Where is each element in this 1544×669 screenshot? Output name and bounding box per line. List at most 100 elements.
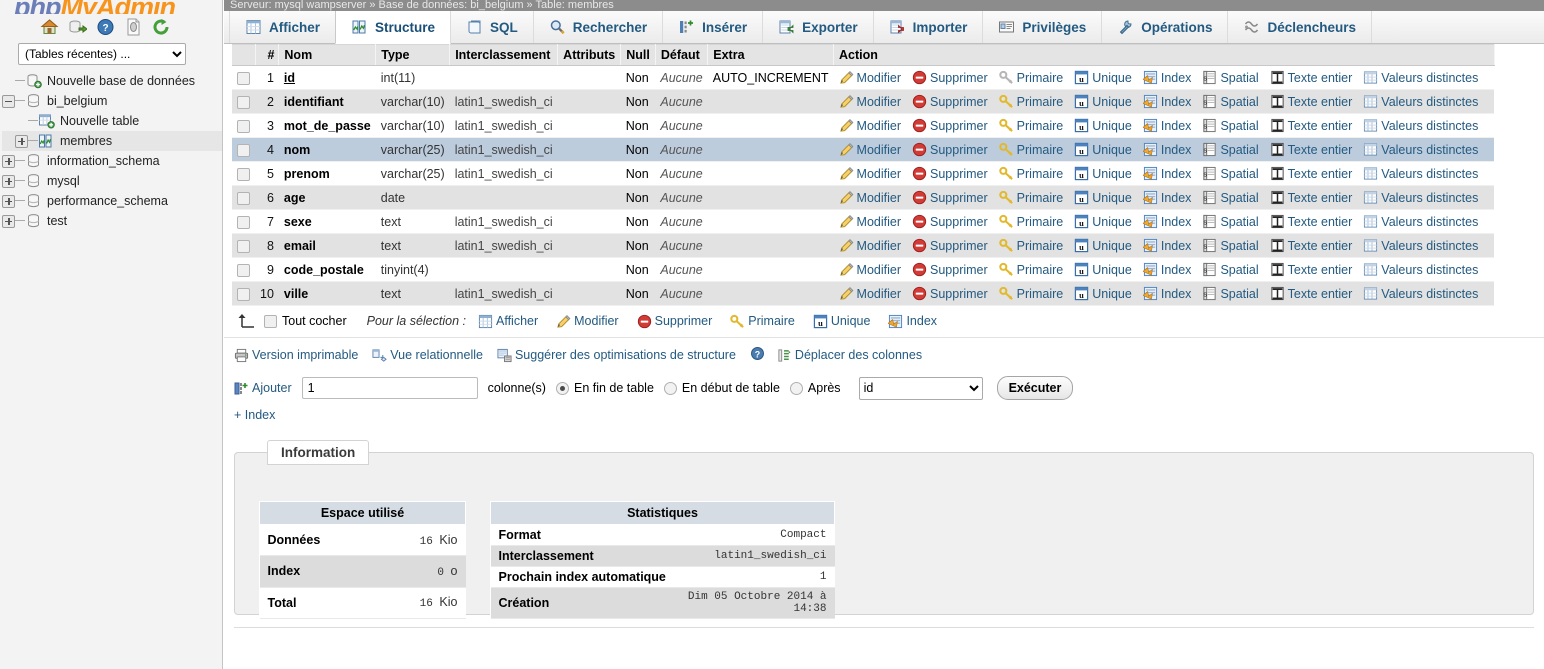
radio-input[interactable] — [789, 381, 803, 395]
selection-action-modifier[interactable]: Modifier — [556, 314, 619, 329]
tree-toggle-minus-icon[interactable] — [2, 94, 15, 108]
action-texte-entier[interactable]: Texte entier — [1270, 142, 1352, 157]
action-primaire[interactable]: Primaire — [998, 166, 1063, 181]
table-row[interactable]: 9 code_postale tinyint(4) Non Aucune Modifier… — [232, 257, 1495, 282]
action-valeurs-distinctes[interactable]: Valeurs distinctes — [1363, 238, 1478, 253]
table-row[interactable]: 3 mot_de_passe varchar(10) latin1_swedish_c… — [232, 113, 1495, 138]
selection-action-index[interactable]: Index — [887, 314, 937, 329]
row-checkbox-cell[interactable] — [232, 281, 255, 306]
tab-privil-ges[interactable]: Privilèges — [982, 11, 1103, 43]
link-version-imprimable[interactable]: Version imprimable — [234, 348, 358, 363]
action-primaire[interactable]: Primaire — [998, 286, 1063, 301]
tree-toggle-plus-icon[interactable] — [2, 214, 15, 228]
radio-en-fin-de-table[interactable]: En fin de table — [555, 381, 654, 395]
selection-action-afficher[interactable]: Afficher — [478, 314, 538, 329]
table-row[interactable]: 4 nom varchar(25) latin1_swedish_ci Non Aucun… — [232, 137, 1495, 162]
action-valeurs-distinctes[interactable]: Valeurs distinctes — [1363, 190, 1478, 205]
reload-icon[interactable] — [152, 18, 171, 36]
action-unique[interactable]: u Unique — [1074, 286, 1132, 301]
action-spatial[interactable]: s Spatial — [1202, 214, 1259, 229]
action-supprimer[interactable]: Supprimer — [912, 142, 988, 157]
table-row[interactable]: 6 age date Non Aucune Modifier Supprimer Primai… — [232, 185, 1495, 210]
tree-item-membres[interactable]: membres — [2, 131, 222, 151]
row-checkbox[interactable] — [237, 95, 250, 109]
action-index[interactable]: Index — [1142, 238, 1191, 253]
row-checkbox-cell[interactable] — [232, 113, 255, 138]
row-checkbox[interactable] — [237, 143, 250, 157]
help-icon[interactable]: ? — [96, 18, 115, 36]
action-texte-entier[interactable]: Texte entier — [1270, 238, 1352, 253]
check-all-checkbox[interactable] — [264, 314, 277, 328]
action-index[interactable]: Index — [1142, 70, 1191, 85]
row-checkbox-cell[interactable] — [232, 233, 255, 258]
action-valeurs-distinctes[interactable]: Valeurs distinctes — [1363, 214, 1478, 229]
action-primaire[interactable]: Primaire — [998, 238, 1063, 253]
action-unique[interactable]: u Unique — [1074, 238, 1132, 253]
add-index-link[interactable]: + Index — [234, 408, 275, 422]
add-column-count-input[interactable] — [301, 377, 478, 399]
action-index[interactable]: Index — [1142, 214, 1191, 229]
action-texte-entier[interactable]: Texte entier — [1270, 190, 1352, 205]
action-texte-entier[interactable]: Texte entier — [1270, 70, 1352, 85]
tab-structure[interactable]: Structure — [335, 11, 452, 44]
action-spatial[interactable]: s Spatial — [1202, 262, 1259, 277]
row-checkbox[interactable] — [237, 287, 250, 301]
header-num[interactable]: # — [255, 44, 280, 66]
after-column-select[interactable]: id — [858, 376, 983, 400]
header-collation[interactable]: Interclassement — [449, 44, 559, 66]
action-modifier[interactable]: Modifier — [839, 190, 901, 205]
tab-rechercher[interactable]: Rechercher — [532, 11, 664, 43]
action-primaire[interactable]: Primaire — [998, 94, 1063, 109]
action-spatial[interactable]: s Spatial — [1202, 94, 1259, 109]
action-index[interactable]: Index — [1142, 118, 1191, 133]
row-checkbox[interactable] — [237, 215, 250, 229]
header-name[interactable]: Nom — [278, 44, 377, 66]
table-row[interactable]: 7 sexe text latin1_swedish_ci Non Aucune Modif… — [232, 209, 1495, 234]
header-default[interactable]: Défaut — [655, 44, 709, 66]
tree-toggle-plus-icon[interactable] — [2, 174, 15, 188]
action-valeurs-distinctes[interactable]: Valeurs distinctes — [1363, 286, 1478, 301]
radio-input[interactable] — [663, 381, 677, 395]
tab-op-rations[interactable]: Opérations — [1101, 11, 1229, 43]
link-d-placer-des-colonnes[interactable]: Déplacer des colonnes — [777, 348, 922, 363]
action-modifier[interactable]: Modifier — [839, 94, 901, 109]
action-supprimer[interactable]: Supprimer — [912, 190, 988, 205]
action-valeurs-distinctes[interactable]: Valeurs distinctes — [1363, 142, 1478, 157]
header-null[interactable]: Null — [620, 44, 656, 66]
action-primaire[interactable]: Primaire — [998, 118, 1063, 133]
action-texte-entier[interactable]: Texte entier — [1270, 286, 1352, 301]
row-checkbox[interactable] — [237, 167, 250, 181]
action-supprimer[interactable]: Supprimer — [912, 286, 988, 301]
action-spatial[interactable]: s Spatial — [1202, 166, 1259, 181]
row-checkbox-cell[interactable] — [232, 185, 255, 210]
tree-item-nouvelle-table[interactable]: Nouvelle table — [2, 111, 222, 131]
action-index[interactable]: Index — [1142, 166, 1191, 181]
radio-apr-s[interactable]: Après — [789, 381, 841, 395]
action-modifier[interactable]: Modifier — [839, 70, 901, 85]
action-index[interactable]: Index — [1142, 142, 1191, 157]
row-checkbox-cell[interactable] — [232, 89, 255, 114]
tab-importer[interactable]: Importer — [872, 11, 984, 43]
tree-item-bi-belgium[interactable]: bi_belgium — [2, 91, 222, 111]
action-supprimer[interactable]: Supprimer — [912, 70, 988, 85]
header-attributes[interactable]: Attributs — [557, 44, 622, 66]
action-spatial[interactable]: s Spatial — [1202, 286, 1259, 301]
action-spatial[interactable]: s Spatial — [1202, 238, 1259, 253]
action-texte-entier[interactable]: Texte entier — [1270, 214, 1352, 229]
action-index[interactable]: Index — [1142, 286, 1191, 301]
row-checkbox[interactable] — [237, 71, 250, 85]
action-primaire[interactable]: Primaire — [998, 142, 1063, 157]
home-icon[interactable] — [40, 18, 59, 36]
tree-item-nouvelle-base-de-donn-es[interactable]: Nouvelle base de données — [2, 71, 222, 91]
help-dot-icon[interactable]: ? — [750, 346, 765, 364]
table-row[interactable]: 2 identifiant varchar(10) latin1_swedish_ci… — [232, 89, 1495, 114]
action-unique[interactable]: u Unique — [1074, 214, 1132, 229]
action-spatial[interactable]: s Spatial — [1202, 70, 1259, 85]
action-supprimer[interactable]: Supprimer — [912, 166, 988, 181]
row-checkbox[interactable] — [237, 119, 250, 133]
tab-ins-rer[interactable]: Insérer — [662, 11, 764, 43]
action-supprimer[interactable]: Supprimer — [912, 262, 988, 277]
action-spatial[interactable]: s Spatial — [1202, 142, 1259, 157]
action-valeurs-distinctes[interactable]: Valeurs distinctes — [1363, 166, 1478, 181]
action-valeurs-distinctes[interactable]: Valeurs distinctes — [1363, 262, 1478, 277]
